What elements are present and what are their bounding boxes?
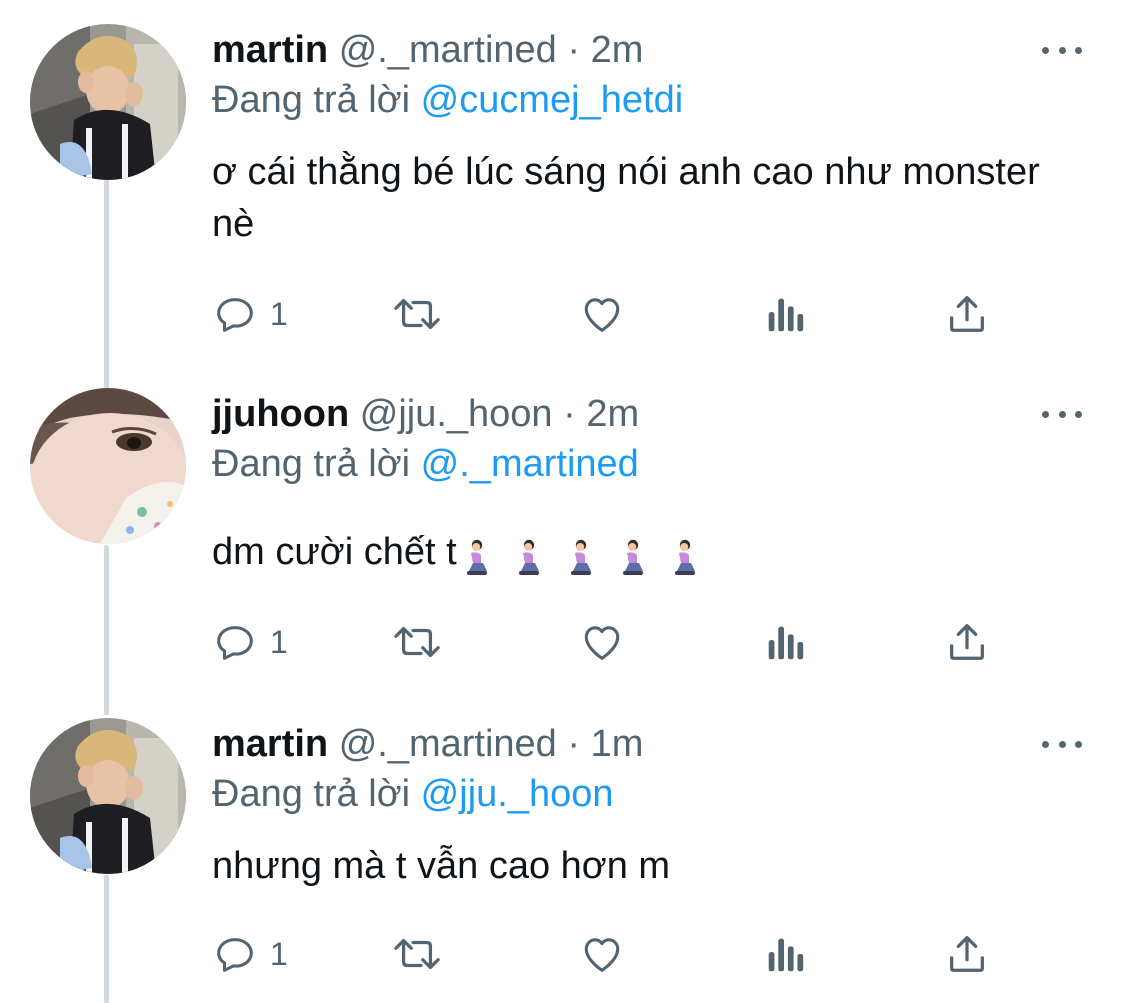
reply-button[interactable]: 1 xyxy=(212,926,288,982)
share-button[interactable] xyxy=(944,926,990,982)
reply-icon xyxy=(217,298,253,332)
separator-dot: · xyxy=(567,29,581,71)
person-kneeling-emoji-icon xyxy=(674,539,695,575)
mention-link[interactable]: @cucmej_hetdi xyxy=(421,79,683,121)
reply-thread: martin @._martined · 2m Đang trả lời @cu… xyxy=(0,0,1125,1003)
like-button[interactable] xyxy=(578,286,626,342)
martin-avatar-image xyxy=(30,24,186,180)
person-kneeling-emoji-icon xyxy=(622,539,643,575)
user-handle[interactable]: @._martined xyxy=(339,29,557,71)
views-icon xyxy=(768,626,804,660)
more-options-icon[interactable] xyxy=(1040,726,1084,762)
tweet-actions: 1 xyxy=(212,614,1012,670)
share-button[interactable] xyxy=(944,614,990,670)
views-button[interactable] xyxy=(764,926,806,982)
retweet-icon xyxy=(394,938,440,970)
separator-dot: · xyxy=(563,393,576,435)
tweet-text: ơ cái thằng bé lúc sáng nói anh cao như … xyxy=(212,151,1040,245)
like-button[interactable] xyxy=(578,926,626,982)
views-button[interactable] xyxy=(764,286,806,342)
replying-to: Đang trả lời @._martined xyxy=(212,438,639,490)
reply-button[interactable]: 1 xyxy=(212,286,288,342)
tweet-text: dm cười chết t xyxy=(212,526,1052,582)
emoji-group xyxy=(461,530,721,582)
replying-to-label: Đang trả lời xyxy=(212,443,421,485)
more-options-icon[interactable] xyxy=(1040,396,1084,432)
reply-count: 1 xyxy=(270,623,288,660)
tweet-text-content: dm cười chết t xyxy=(212,531,457,573)
reply-icon xyxy=(217,626,253,660)
thread-connector-line xyxy=(104,180,109,388)
retweet-button[interactable] xyxy=(387,614,447,670)
tweet-actions: 1 xyxy=(212,926,1012,982)
like-icon xyxy=(584,298,620,332)
retweet-button[interactable] xyxy=(387,926,447,982)
thread-connector-line xyxy=(104,875,109,1003)
avatar[interactable] xyxy=(30,24,186,180)
reply-icon xyxy=(217,938,253,972)
tweet-header: martin @._martined · 1m xyxy=(212,718,643,770)
replying-to: Đang trả lời @cucmej_hetdi xyxy=(212,74,683,126)
reply-count: 1 xyxy=(270,295,288,332)
like-icon xyxy=(584,626,620,660)
like-icon xyxy=(584,938,620,972)
tweet-actions: 1 xyxy=(212,286,1012,342)
thread-connector-line xyxy=(104,545,109,715)
user-handle[interactable]: @._martined xyxy=(339,723,557,765)
user-handle[interactable]: @jju._hoon xyxy=(360,393,553,435)
like-button[interactable] xyxy=(578,614,626,670)
display-name[interactable]: martin xyxy=(212,29,328,71)
replying-to-label: Đang trả lời xyxy=(212,773,421,815)
reply-button[interactable]: 1 xyxy=(212,614,288,670)
avatar[interactable] xyxy=(30,388,186,544)
retweet-icon xyxy=(394,298,440,330)
tweet-header: martin @._martined · 2m xyxy=(212,24,643,76)
jjuhoon-avatar-image xyxy=(30,388,186,544)
share-icon xyxy=(950,936,984,972)
tweet-text: nhưng mà t vẫn cao hơn m xyxy=(212,845,671,887)
retweet-button[interactable] xyxy=(387,286,447,342)
reply-count: 1 xyxy=(270,935,288,972)
avatar[interactable] xyxy=(30,718,186,874)
person-kneeling-emoji-icon xyxy=(466,539,487,575)
timestamp[interactable]: 2m xyxy=(591,29,644,71)
share-icon xyxy=(950,296,984,332)
views-button[interactable] xyxy=(764,614,806,670)
martin-avatar-image xyxy=(30,718,186,874)
retweet-icon xyxy=(394,626,440,658)
mention-link[interactable]: @._martined xyxy=(421,443,639,485)
display-name[interactable]: jjuhoon xyxy=(212,393,349,435)
person-kneeling-emoji-icon xyxy=(570,539,591,575)
separator-dot: · xyxy=(567,723,581,765)
tweet-header: jjuhoon @jju._hoon · 2m xyxy=(212,388,639,440)
display-name[interactable]: martin xyxy=(212,723,328,765)
share-icon xyxy=(950,624,984,660)
replying-to: Đang trả lời @jju._hoon xyxy=(212,768,614,820)
person-kneeling-emoji-icon xyxy=(518,539,539,575)
mention-link[interactable]: @jju._hoon xyxy=(421,773,614,815)
timestamp[interactable]: 1m xyxy=(591,723,644,765)
timestamp[interactable]: 2m xyxy=(586,393,639,435)
views-icon xyxy=(768,938,804,972)
share-button[interactable] xyxy=(944,286,990,342)
more-options-icon[interactable] xyxy=(1040,32,1084,68)
replying-to-label: Đang trả lời xyxy=(212,79,421,121)
views-icon xyxy=(768,298,804,332)
